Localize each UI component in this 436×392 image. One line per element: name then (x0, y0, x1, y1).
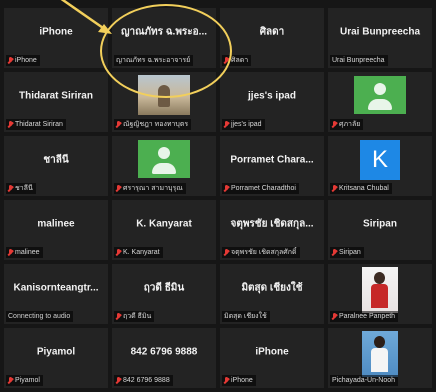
participant-name-label: Kritsana Chubal (330, 183, 392, 194)
participant-name-label: jjes's ipad (222, 119, 265, 130)
mic-muted-icon (224, 56, 229, 65)
participant-tile[interactable]: Siripan Siripan (328, 200, 432, 260)
participant-display-name: Kanisornteangtr... (13, 282, 99, 294)
participant-tile[interactable]: Pichayada-Un-Nooh (328, 328, 432, 388)
participant-display-name: มิตสุด เชียงใช้ (241, 282, 303, 294)
mic-muted-icon (332, 120, 337, 129)
participant-display-name: จตุพรชัย เชิดสกุล... (230, 218, 314, 230)
mic-muted-icon (332, 312, 337, 321)
participant-tile[interactable]: jjes's ipad jjes's ipad (220, 72, 324, 132)
mic-muted-icon (116, 312, 121, 321)
participant-tile[interactable]: Kanisornteangtr... Connecting to audio (4, 264, 108, 324)
letter-avatar: K (360, 140, 400, 180)
mic-muted-icon (8, 248, 13, 257)
participant-name-label: Siripan (330, 247, 364, 258)
participant-name-label: Thidarat Siriran (6, 119, 66, 130)
mic-muted-icon (116, 120, 121, 129)
video-gallery: iPhone iPhone ญาณภัทร ฉ.พระอ... ญาณภัทร … (0, 0, 436, 392)
participant-name-label: 842 6796 9888 (114, 375, 173, 386)
participant-name-label: มิตสุด เชียงใช้ (222, 311, 270, 322)
mic-muted-icon (8, 376, 13, 385)
participant-tile[interactable]: Urai Bunpreecha Urai Bunpreecha (328, 8, 432, 68)
participant-tile[interactable]: ศิลดา ศิลดา (220, 8, 324, 68)
participant-display-name: jjes's ipad (248, 90, 296, 102)
mic-muted-icon (332, 184, 337, 193)
participant-name-label: ญาณภัทร ฉ.พระอาจารย์ (114, 55, 194, 66)
participant-name-label: Piyamol (6, 375, 43, 386)
mic-muted-icon (8, 184, 13, 193)
participant-name-label: Pichayada-Un-Nooh (330, 375, 399, 386)
participant-display-name: Piyamol (36, 346, 76, 358)
participant-photo (138, 75, 190, 115)
participant-name-label: malinee (6, 247, 43, 258)
participant-name-label: iPhone (222, 375, 256, 386)
mic-muted-icon (224, 120, 229, 129)
participant-display-name: ชาลีนี (43, 154, 69, 166)
mic-muted-icon (8, 56, 13, 65)
mic-muted-icon (224, 248, 229, 257)
participant-display-name: Porramet Chara... (230, 154, 314, 166)
default-avatar-icon (138, 140, 190, 178)
participant-name-label: ฤวดี ธีมิน (114, 311, 155, 322)
participant-name-label: ชาลีนี (6, 183, 36, 194)
participant-display-name: Thidarat Siriran (19, 90, 93, 102)
participant-display-name: ญาณภัทร ฉ.พระอ... (120, 26, 207, 38)
participant-display-name: ฤวดี ธีมิน (143, 282, 185, 294)
participant-tile[interactable]: iPhone iPhone (220, 328, 324, 388)
participant-name-label: ศิลดา (222, 55, 252, 66)
participant-name-label: Connecting to audio (6, 311, 74, 322)
participant-tile[interactable]: จตุพรชัย เชิดสกุล... จตุพรชัย เชิดสกุลศั… (220, 200, 324, 260)
mic-muted-icon (8, 120, 13, 129)
mic-muted-icon (224, 184, 229, 193)
mic-muted-icon (116, 184, 121, 193)
participant-photo (362, 331, 398, 377)
mic-muted-icon (332, 248, 337, 257)
participant-display-name: K. Kanyarat (136, 218, 192, 230)
participant-name-label: Porramet Charadthoi (222, 183, 299, 194)
participant-tile[interactable]: K. Kanyarat K. Kanyarat (112, 200, 216, 260)
participant-tile[interactable]: มิตสุด เชียงใช้ มิตสุด เชียงใช้ (220, 264, 324, 324)
participant-name-label: จตุพรชัย เชิดสกุลศักดิ์ (222, 247, 300, 258)
participant-tile[interactable]: ญาณภัทร ฉ.พระอ... ญาณภัทร ฉ.พระอาจารย์ (112, 8, 216, 68)
participant-tile[interactable]: ศุภาลัย (328, 72, 432, 132)
participant-name-label: K. Kanyarat (114, 247, 163, 258)
participant-display-name: iPhone (39, 26, 73, 38)
participant-name-label: ศรารุณา สามาบุรุณ (114, 183, 186, 194)
participant-display-name: Siripan (363, 218, 397, 230)
participant-name-label: ณัฐญิชฎา ทองทาบุตร (114, 119, 192, 130)
participant-name-label: Urai Bunpreecha (330, 55, 388, 66)
default-avatar-icon (354, 76, 406, 114)
participant-tile[interactable]: malinee malinee (4, 200, 108, 260)
participant-name-label: iPhone (6, 55, 40, 66)
participant-tile[interactable]: K Kritsana Chubal (328, 136, 432, 196)
participant-tile[interactable]: iPhone iPhone (4, 8, 108, 68)
participant-tile[interactable]: ณัฐญิชฎา ทองทาบุตร (112, 72, 216, 132)
participant-tile[interactable]: 842 6796 9888 842 6796 9888 (112, 328, 216, 388)
participant-tile[interactable]: ชาลีนี ชาลีนี (4, 136, 108, 196)
participant-display-name: malinee (37, 218, 75, 230)
mic-muted-icon (116, 376, 121, 385)
participant-tile[interactable]: Paralnee Panpeth (328, 264, 432, 324)
participant-name-label: ศุภาลัย (330, 119, 364, 130)
participant-tile[interactable]: Piyamol Piyamol (4, 328, 108, 388)
participant-name-label: Paralnee Panpeth (330, 311, 399, 322)
participant-tile[interactable]: Thidarat Siriran Thidarat Siriran (4, 72, 108, 132)
mic-muted-icon (116, 248, 121, 257)
participant-tile[interactable]: ฤวดี ธีมิน ฤวดี ธีมิน (112, 264, 216, 324)
mic-muted-icon (224, 376, 229, 385)
participant-display-name: iPhone (255, 346, 289, 358)
participant-tile[interactable]: ศรารุณา สามาบุรุณ (112, 136, 216, 196)
participant-display-name: 842 6796 9888 (130, 346, 198, 358)
participant-tile[interactable]: Porramet Chara... Porramet Charadthoi (220, 136, 324, 196)
participant-display-name: ศิลดา (259, 26, 285, 38)
participant-display-name: Urai Bunpreecha (339, 26, 421, 38)
participant-photo (362, 267, 398, 313)
connecting-audio-status: Connecting to audio (8, 313, 71, 320)
participant-grid: iPhone iPhone ญาณภัทร ฉ.พระอ... ญาณภัทร … (4, 8, 432, 388)
